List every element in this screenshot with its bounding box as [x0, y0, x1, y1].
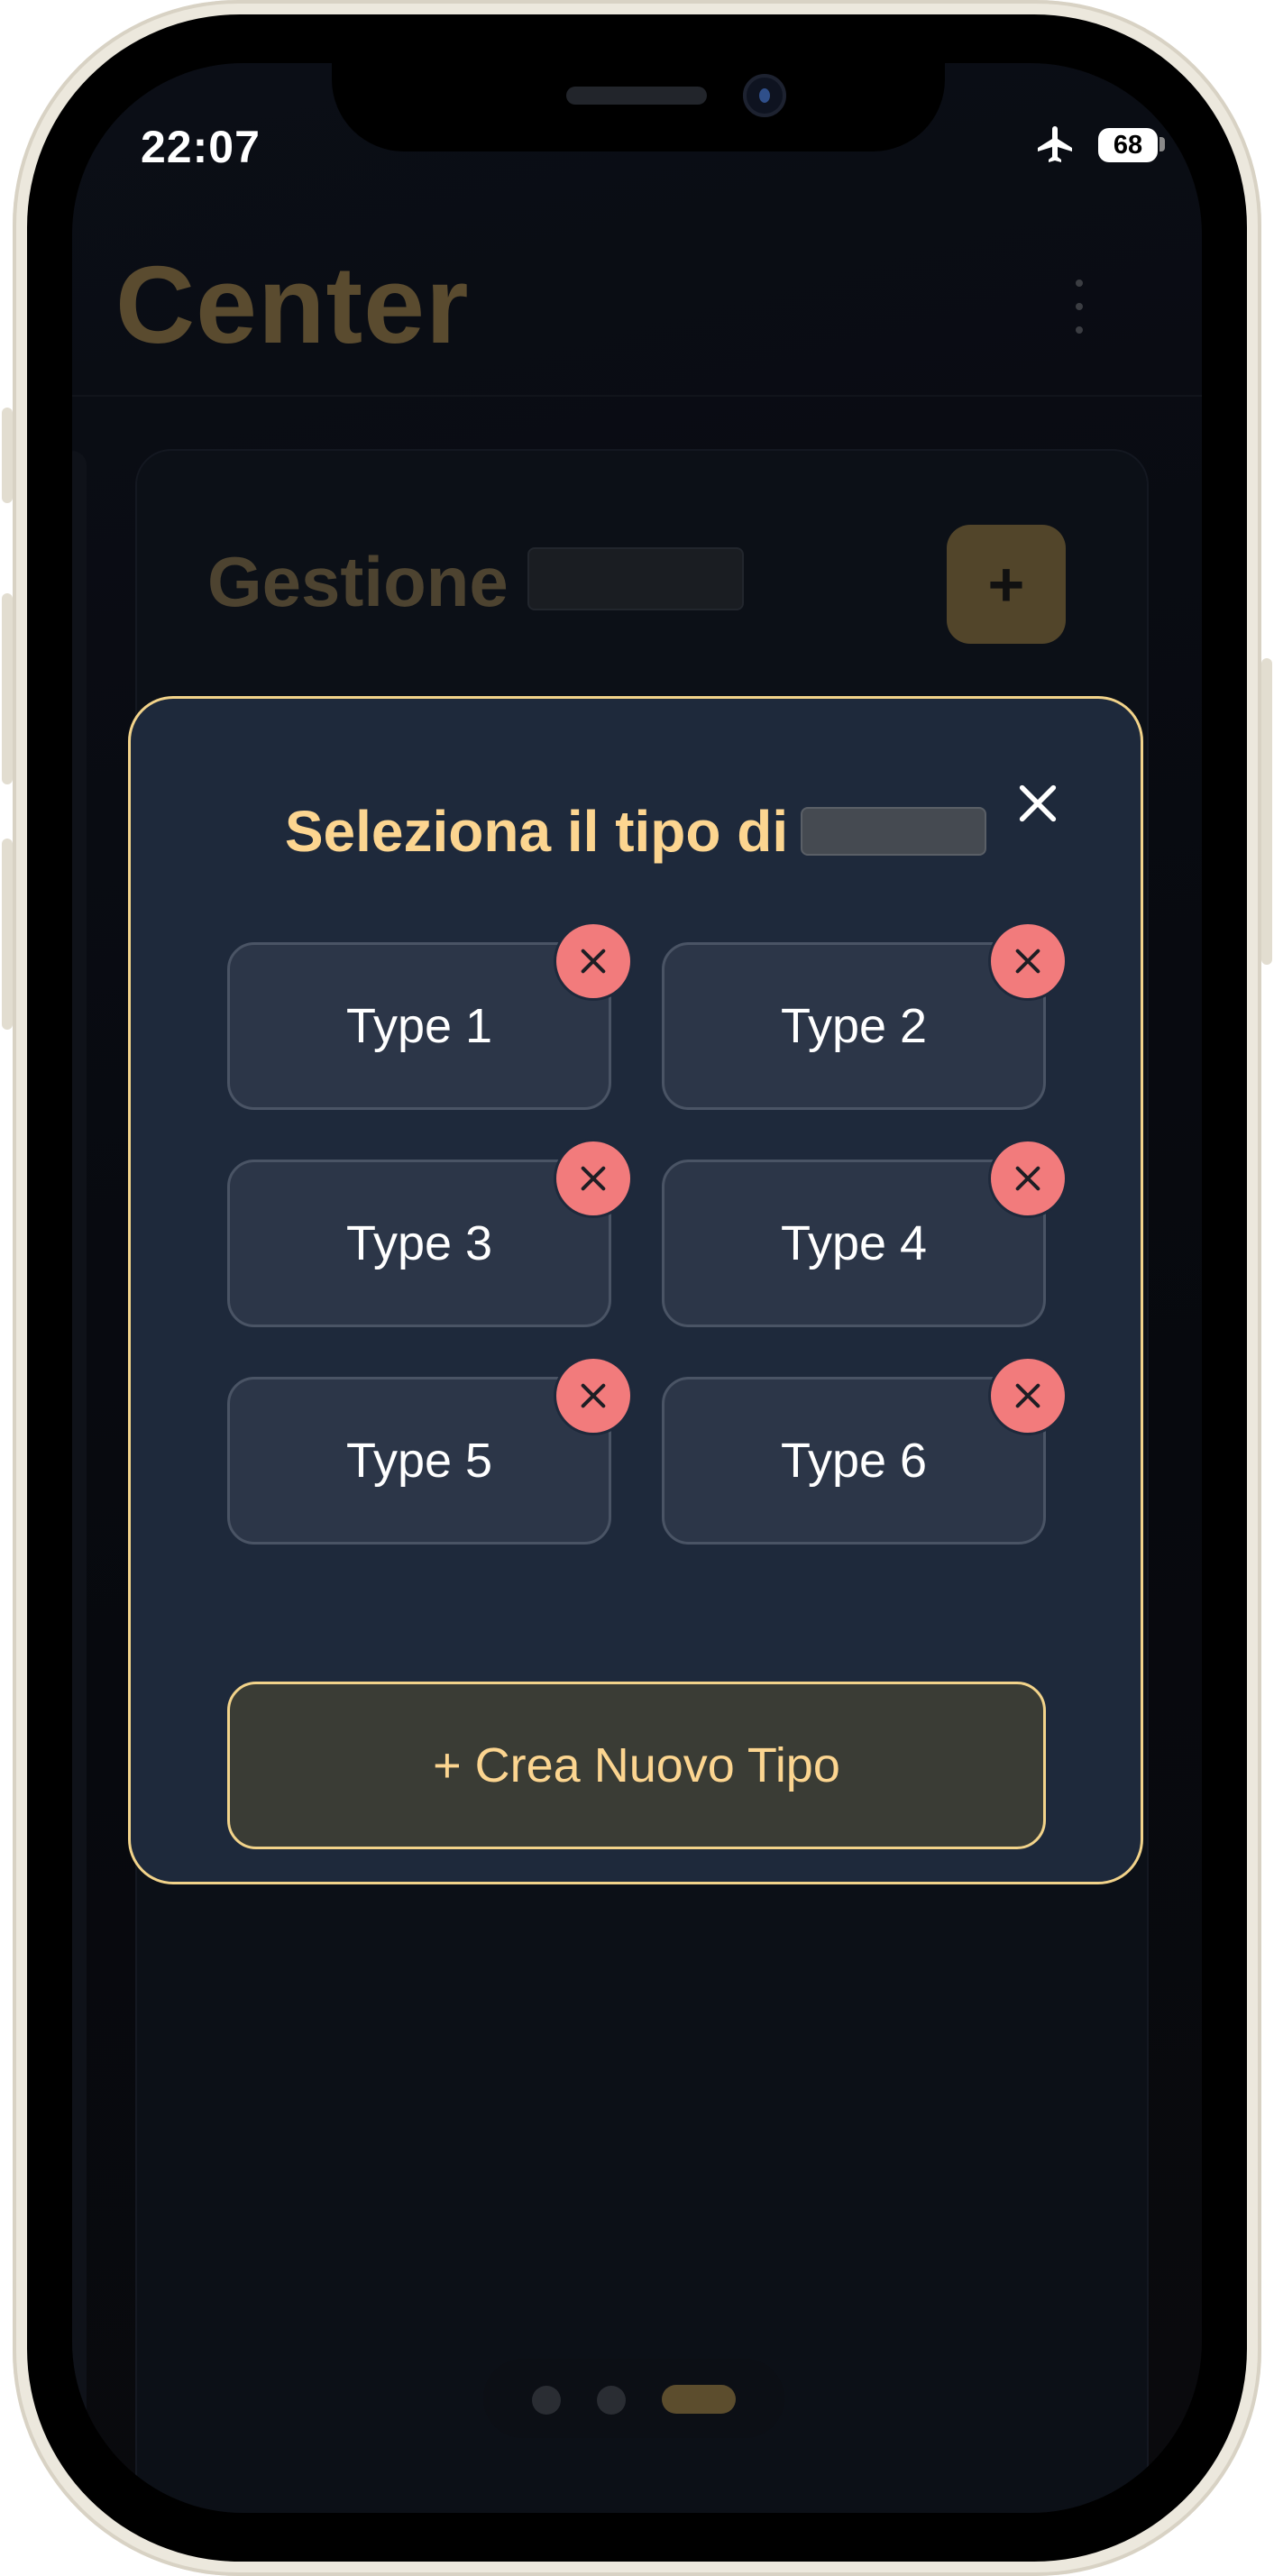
close-icon [1015, 1383, 1040, 1408]
modal-header: Seleziona il tipo di [131, 798, 1141, 865]
status-time: 22:07 [141, 122, 261, 172]
close-icon [1015, 949, 1040, 974]
speaker [566, 87, 707, 105]
page-indicator [483, 2359, 784, 2438]
battery-icon: 68 [1098, 128, 1158, 162]
management-card-title: Gestione [207, 542, 509, 621]
close-icon[interactable] [1014, 780, 1061, 827]
previous-card-edge [72, 451, 87, 2513]
type-button-3[interactable]: Type 3 [227, 1160, 611, 1327]
type-button-5[interactable]: Type 5 [227, 1377, 611, 1545]
type-button-4[interactable]: Type 4 [662, 1160, 1046, 1327]
delete-type-2-button[interactable] [991, 924, 1065, 998]
camera [743, 74, 786, 117]
create-new-type-button[interactable]: + Crea Nuovo Tipo [227, 1682, 1046, 1849]
close-icon [581, 1383, 606, 1408]
type-button-6[interactable]: Type 6 [662, 1377, 1046, 1545]
screen: Center Gestione + 22:07 68 Seleziona il … [72, 63, 1202, 2513]
delete-type-1-button[interactable] [556, 924, 630, 998]
delete-type-4-button[interactable] [991, 1141, 1065, 1215]
page-dot-1[interactable] [532, 2386, 561, 2415]
battery-tip [1159, 137, 1165, 151]
close-icon [1015, 1166, 1040, 1191]
delete-type-3-button[interactable] [556, 1141, 630, 1215]
action-button [2, 408, 13, 503]
add-button[interactable]: + [947, 525, 1066, 644]
delete-type-5-button[interactable] [556, 1359, 630, 1433]
volume-down-button [2, 839, 13, 1030]
volume-up-button [2, 593, 13, 784]
modal-title: Seleziona il tipo di [284, 799, 789, 864]
more-options-icon[interactable] [1073, 280, 1086, 343]
page-dot-2[interactable] [597, 2386, 626, 2415]
notch [332, 63, 945, 151]
close-icon [581, 1166, 606, 1191]
type-select-modal: Seleziona il tipo di Type 1 Type 2 Type … [128, 696, 1143, 1884]
app-title: Center [115, 243, 470, 366]
type-button-1[interactable]: Type 1 [227, 942, 611, 1110]
redacted-text [527, 547, 744, 610]
page-dot-3-active[interactable] [662, 2385, 736, 2414]
delete-type-6-button[interactable] [991, 1359, 1065, 1433]
power-button [1261, 658, 1272, 965]
header-divider [72, 395, 1202, 397]
close-icon [581, 949, 606, 974]
airplane-icon [1038, 126, 1072, 162]
type-button-2[interactable]: Type 2 [662, 942, 1046, 1110]
redacted-text [801, 807, 987, 856]
